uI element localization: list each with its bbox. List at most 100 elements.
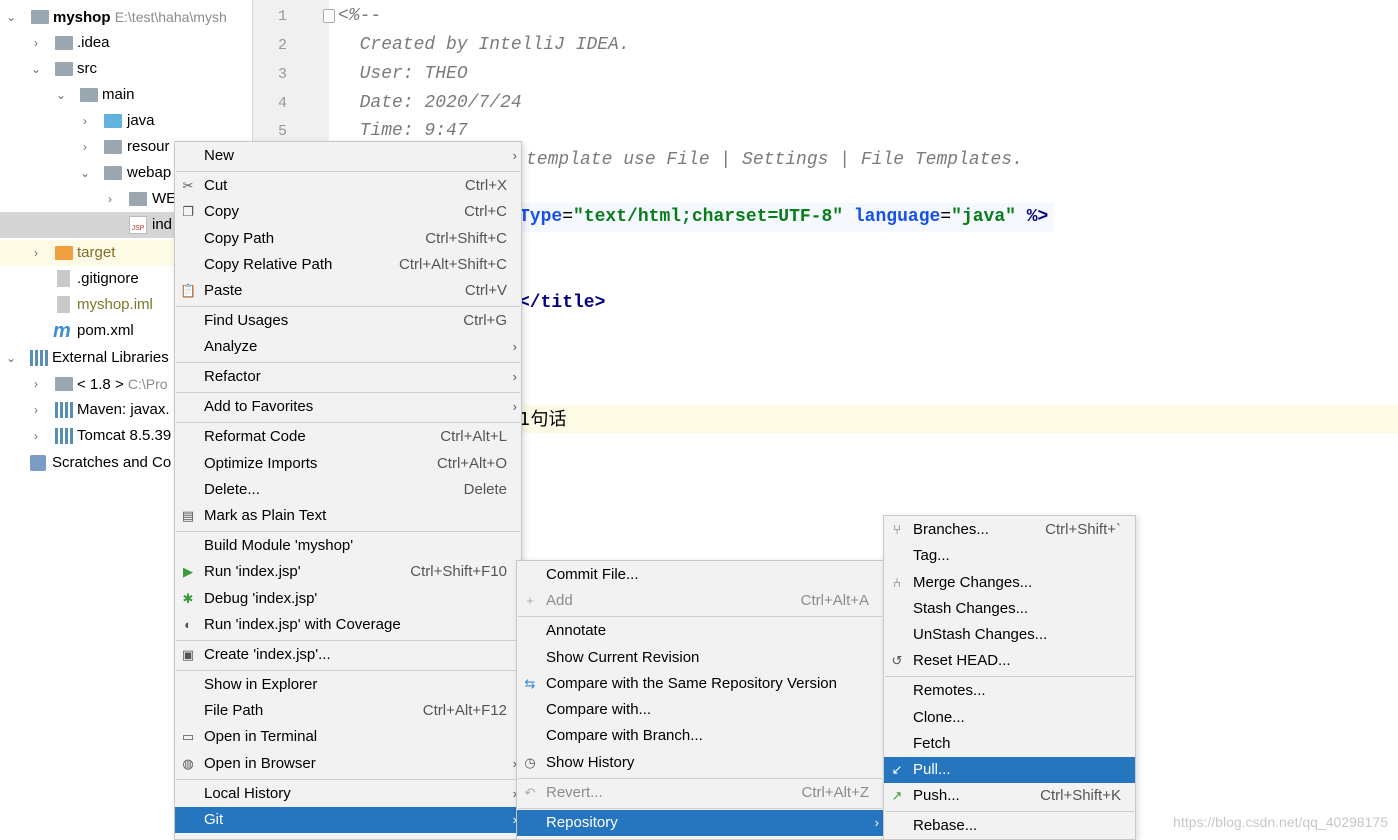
tree-label: Tomcat 8.5.39	[77, 427, 172, 444]
menu-item-delete[interactable]: Delete... Delete	[175, 477, 521, 503]
code-line[interactable]: </title>	[519, 289, 605, 318]
code-line[interactable]: Created by IntelliJ IDEA.	[338, 31, 630, 60]
chevron-down-icon[interactable]: ⌄	[54, 82, 68, 108]
jdk-folder-icon	[55, 377, 73, 391]
menu-item-revert[interactable]: ↶ Revert... Ctrl+Alt+Z	[517, 780, 883, 806]
menu-item-file-path[interactable]: File Path Ctrl+Alt+F12	[175, 698, 521, 724]
menu-item-copy[interactable]: ❐ Copy Ctrl+C	[175, 199, 521, 225]
menu-item-commit-file[interactable]: Commit File...	[517, 562, 883, 588]
menu-item-pull[interactable]: ↙ Pull...	[884, 757, 1135, 783]
tree-label: main	[102, 86, 135, 103]
submenu-arrow-icon: ›	[512, 148, 517, 163]
globe-icon: ◍	[182, 756, 194, 771]
menu-item-run[interactable]: ▶ Run 'index.jsp' Ctrl+Shift+F10	[175, 559, 521, 585]
code-line[interactable]: 1句话	[519, 405, 566, 434]
fold-icon[interactable]	[323, 9, 335, 23]
menu-item-push[interactable]: ↗ Push... Ctrl+Shift+K	[884, 783, 1135, 809]
menu-item-add[interactable]: + Add Ctrl+Alt+A	[517, 588, 883, 614]
chevron-down-icon[interactable]: ⌄	[4, 4, 18, 30]
tree-item-idea[interactable]: › .idea	[0, 30, 252, 56]
chevron-down-icon[interactable]: ⌄	[4, 345, 18, 371]
code-token: Type	[519, 207, 563, 227]
menu-item-git[interactable]: Git ›	[175, 807, 521, 833]
menu-item-debug[interactable]: ✱ Debug 'index.jsp'	[175, 586, 521, 612]
branch-icon: ⑂	[893, 522, 901, 537]
code-line[interactable]: Type="text/html;charset=UTF-8" language=…	[519, 203, 1048, 232]
code-token: "text/html;charset=UTF-8"	[573, 207, 844, 227]
clock-icon: ◷	[524, 755, 536, 770]
menu-item-annotate[interactable]: Annotate	[517, 618, 883, 644]
tree-path: C:\Pro	[127, 376, 168, 392]
tree-label: Scratches and Co	[52, 454, 172, 471]
menu-separator	[176, 306, 520, 307]
chevron-right-icon[interactable]: ›	[103, 186, 117, 212]
menu-item-reset-head[interactable]: ↺ Reset HEAD...	[884, 648, 1135, 674]
chevron-right-icon[interactable]: ›	[78, 108, 92, 134]
chevron-right-icon[interactable]: ›	[29, 30, 43, 56]
menu-item-compare-same-repo[interactable]: ⇆ Compare with the Same Repository Versio…	[517, 671, 883, 697]
menu-item-compare-with[interactable]: Compare with...	[517, 697, 883, 723]
menu-item-optimize-imports[interactable]: Optimize Imports Ctrl+Alt+O	[175, 451, 521, 477]
menu-separator	[176, 171, 520, 172]
menu-label: Clone...	[913, 709, 965, 726]
tree-item-src[interactable]: ⌄ src	[0, 56, 252, 82]
chevron-down-icon[interactable]: ⌄	[29, 56, 43, 82]
menu-item-find-usages[interactable]: Find Usages Ctrl+G	[175, 308, 521, 334]
module-folder-icon	[31, 10, 49, 24]
menu-item-cut[interactable]: ✂ Cut Ctrl+X	[175, 173, 521, 199]
menu-label: Commit File...	[546, 566, 639, 583]
chevron-right-icon[interactable]: ›	[29, 423, 43, 449]
plus-icon: +	[526, 593, 534, 608]
code-line[interactable]: <%--	[338, 2, 381, 31]
menu-item-copy-path[interactable]: Copy Path Ctrl+Shift+C	[175, 226, 521, 252]
code-line[interactable]: Date: 2020/7/24	[338, 89, 522, 118]
menu-item-branches[interactable]: ⑂ Branches... Ctrl+Shift+`	[884, 517, 1135, 543]
menu-item-compare-with-branch[interactable]: Compare with Branch...	[517, 723, 883, 749]
menu-item-stash-changes[interactable]: Stash Changes...	[884, 596, 1135, 622]
menu-item-new[interactable]: New ›	[175, 143, 521, 169]
chevron-right-icon[interactable]: ›	[78, 134, 92, 160]
menu-item-fetch[interactable]: Fetch	[884, 731, 1135, 757]
tree-label: java	[127, 112, 155, 129]
menu-item-show-in-explorer[interactable]: Show in Explorer	[175, 672, 521, 698]
menu-label: Copy	[204, 203, 240, 220]
menu-item-show-history[interactable]: ◷ Show History	[517, 750, 883, 776]
line-number: 3	[277, 66, 287, 83]
code-line[interactable]: User: THEO	[338, 60, 468, 89]
menu-item-show-current-revision[interactable]: Show Current Revision	[517, 645, 883, 671]
menu-item-open-in-browser[interactable]: ◍ Open in Browser ›	[175, 751, 521, 777]
copy-icon: ❐	[182, 204, 194, 219]
menu-item-open-in-terminal[interactable]: ▭ Open in Terminal	[175, 724, 521, 750]
tree-label: myshop.iml	[77, 296, 153, 313]
tree-item-main[interactable]: ⌄ main	[0, 82, 252, 108]
chevron-right-icon[interactable]: ›	[29, 371, 43, 397]
menu-item-tag[interactable]: Tag...	[884, 543, 1135, 569]
menu-item-mark-as-plain-text[interactable]: ▤ Mark as Plain Text	[175, 503, 521, 529]
menu-item-unstash-changes[interactable]: UnStash Changes...	[884, 622, 1135, 648]
chevron-right-icon[interactable]: ›	[29, 240, 43, 266]
submenu-arrow-icon: ›	[874, 815, 879, 830]
menu-item-rebase[interactable]: Rebase...	[884, 813, 1135, 839]
menu-label: Build Module 'myshop'	[204, 537, 354, 554]
chevron-down-icon[interactable]: ⌄	[78, 160, 92, 186]
menu-label: Run 'index.jsp'	[204, 563, 301, 580]
menu-item-paste[interactable]: 📋 Paste Ctrl+V	[175, 278, 521, 304]
menu-item-build-module[interactable]: Build Module 'myshop'	[175, 533, 521, 559]
menu-item-run-with-coverage[interactable]: ◐ Run 'index.jsp' with Coverage	[175, 612, 521, 638]
menu-item-repository[interactable]: Repository ›	[517, 810, 883, 836]
code-line[interactable]: template use File | Settings | File Temp…	[526, 146, 1023, 175]
menu-item-refactor[interactable]: Refactor ›	[175, 364, 521, 390]
menu-item-copy-relative-path[interactable]: Copy Relative Path Ctrl+Alt+Shift+C	[175, 252, 521, 278]
tree-item-java[interactable]: › java	[0, 108, 252, 134]
menu-item-merge-changes[interactable]: ⑃ Merge Changes...	[884, 570, 1135, 596]
menu-item-remotes[interactable]: Remotes...	[884, 678, 1135, 704]
menu-item-add-to-favorites[interactable]: Add to Favorites ›	[175, 394, 521, 420]
menu-item-analyze[interactable]: Analyze ›	[175, 334, 521, 360]
menu-item-clone[interactable]: Clone...	[884, 705, 1135, 731]
chevron-right-icon[interactable]: ›	[29, 397, 43, 423]
tree-root-myshop[interactable]: ⌄ myshop E:\test\haha\mysh	[0, 4, 252, 30]
menu-item-local-history[interactable]: Local History ›	[175, 781, 521, 807]
menu-item-reformat-code[interactable]: Reformat Code Ctrl+Alt+L	[175, 424, 521, 450]
menu-item-create-config[interactable]: ▣ Create 'index.jsp'...	[175, 642, 521, 668]
menu-label: New	[204, 147, 235, 164]
